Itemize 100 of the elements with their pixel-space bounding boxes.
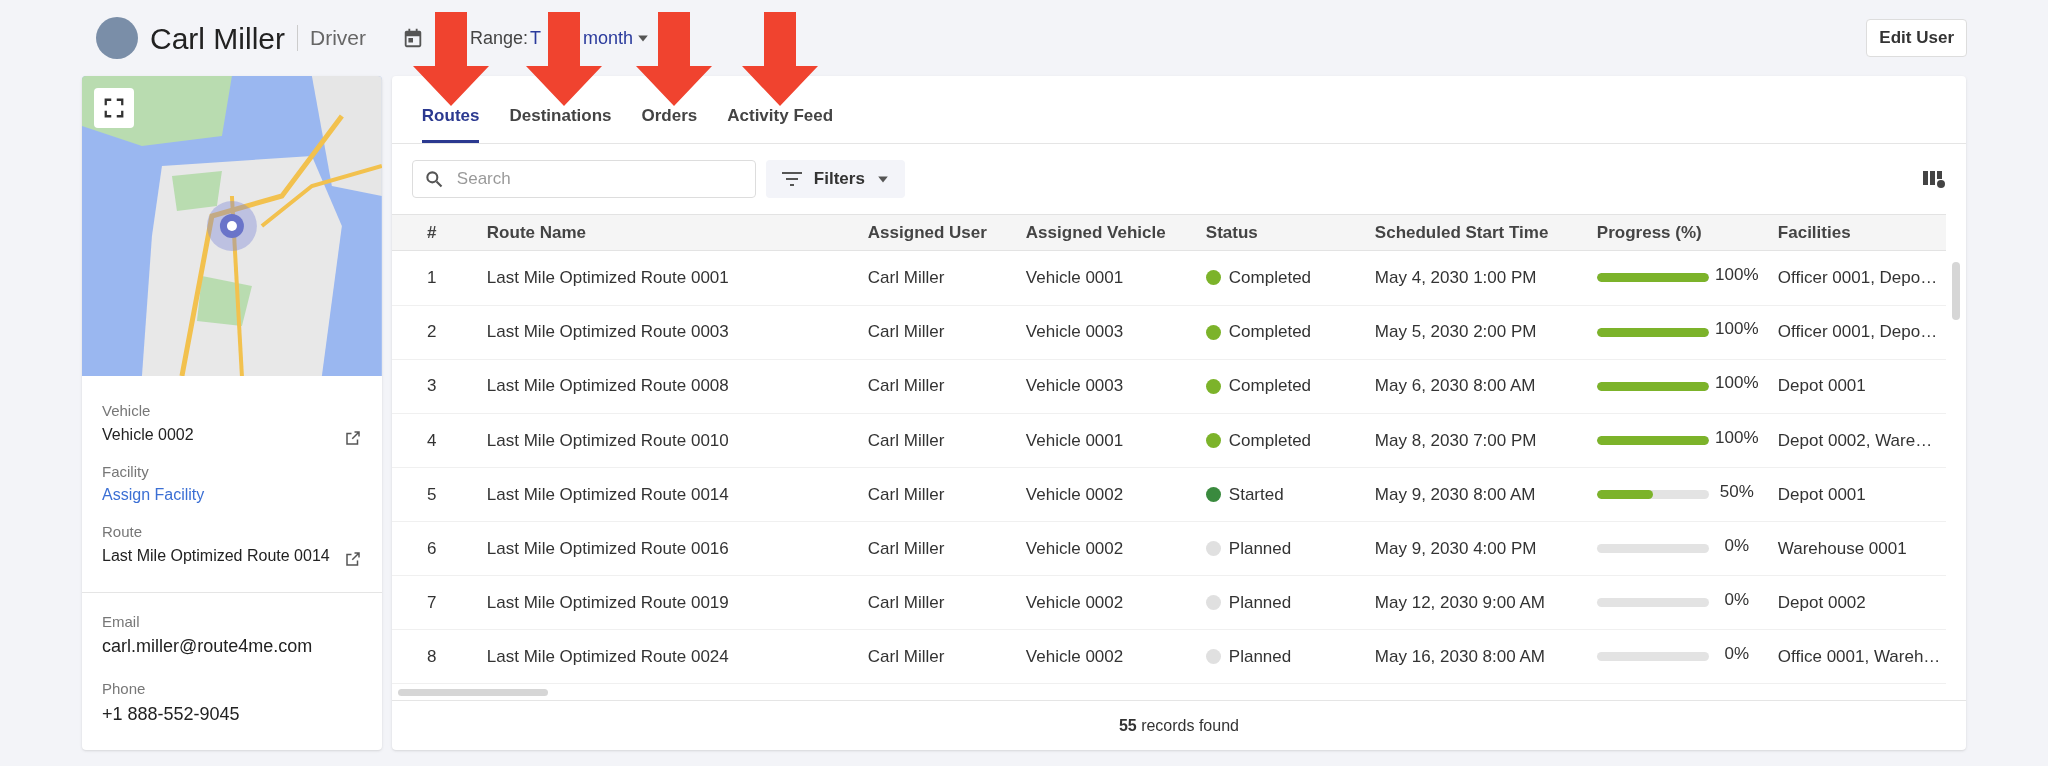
fullscreen-icon [103, 97, 125, 119]
column-header: Assigned Vehicle [1024, 221, 1167, 244]
column-header: Route Name [485, 221, 588, 244]
column-header: Scheduled Start Time [1373, 221, 1550, 244]
table-cell-text: Officer 0001, Depo… [1776, 267, 1939, 290]
table-cell-text: Last Mile Optimized Route 0001 [485, 267, 730, 290]
date-range-value[interactable]: T [530, 24, 542, 52]
avatar [96, 17, 138, 59]
records-count: 55 records found [1118, 715, 1239, 736]
tab[interactable]: Orders [641, 102, 698, 143]
status-label: Started [1228, 483, 1284, 506]
field-value: Last Mile Optimized Route 0014 [102, 545, 330, 566]
table-cell-text: Vehicle 0001 [1024, 267, 1125, 290]
status-label: Planned [1228, 591, 1292, 614]
table-cell-text: 5 [426, 483, 438, 506]
search-icon [423, 169, 444, 189]
edit-user-button[interactable]: Edit User [1866, 19, 1967, 57]
column-header: Facilities [1776, 221, 1852, 244]
table-cell-text: 1 [426, 267, 438, 290]
table-cell-text: May 9, 2030 8:00 AM [1373, 483, 1537, 506]
table-cell-text: Last Mile Optimized Route 0010 [485, 429, 730, 452]
progress-value: 100% [1714, 318, 1759, 341]
date-range-dropdown[interactable]: month [583, 24, 650, 52]
calendar-icon[interactable] [402, 27, 424, 49]
table-cell-text: Carl Miller [866, 375, 946, 398]
table-cell-text: May 4, 2030 1:00 PM [1373, 267, 1538, 290]
column-header: Progress (%) [1595, 221, 1703, 244]
table-cell-text: Carl Miller [866, 483, 946, 506]
arrow-icon [636, 12, 712, 106]
table-cell-text: Office 0001, Wareh… [1776, 645, 1942, 668]
field-label: Vehicle [102, 401, 152, 421]
table-cell-text: Vehicle 0002 [1024, 483, 1125, 506]
table-cell-text: Depot 0001 [1776, 375, 1867, 398]
external-link-icon[interactable] [343, 428, 362, 447]
table-cell-text: Last Mile Optimized Route 0014 [485, 483, 730, 506]
progress-value: 0% [1723, 588, 1751, 611]
table-cell-text: Depot 0001 [1776, 483, 1867, 506]
table-cell-text: May 12, 2030 9:00 AM [1373, 591, 1546, 614]
table-cell-text: Last Mile Optimized Route 0019 [485, 591, 730, 614]
tab[interactable]: Activity Feed [727, 102, 834, 143]
field-label: Facility [102, 461, 150, 482]
table-cell-text: 7 [426, 591, 438, 614]
table-cell-text: 6 [426, 537, 438, 560]
table-cell-text: 2 [426, 321, 438, 344]
progress-value: 100% [1714, 426, 1759, 449]
column-header: # [426, 221, 438, 244]
assign-facility-link[interactable]: Assign Facility [102, 483, 205, 507]
arrow-icon [742, 12, 818, 106]
table-cell-text: Carl Miller [866, 321, 946, 344]
table-cell-text: Carl Miller [866, 591, 946, 614]
progress-value: 100% [1714, 372, 1759, 395]
filter-icon [781, 171, 802, 187]
field-label: Route [102, 522, 144, 542]
user-role: Driver [310, 25, 366, 52]
user-name: Carl Miller [150, 20, 285, 57]
status-label: Planned [1228, 537, 1292, 560]
table-cell-text: 3 [426, 375, 438, 398]
table-cell-text: Vehicle 0003 [1024, 321, 1125, 344]
progress-value: 50% [1718, 480, 1755, 503]
date-range-label: Range: [470, 26, 529, 50]
field-label: Phone [102, 679, 147, 699]
fullscreen-button[interactable] [94, 88, 134, 128]
table-cell-text: Last Mile Optimized Route 0024 [485, 645, 730, 668]
table-cell-text: Carl Miller [866, 429, 946, 452]
progress-value: 0% [1723, 534, 1751, 557]
table-cell-text: Last Mile Optimized Route 0008 [485, 375, 730, 398]
table-cell-text: Warehouse 0001 [1776, 537, 1908, 560]
table-cell-text: Last Mile Optimized Route 0003 [485, 321, 730, 344]
table-cell-text: Carl Miller [866, 537, 946, 560]
table-cell-text: Vehicle 0002 [1024, 645, 1125, 668]
status-label: Completed [1228, 375, 1312, 398]
field-label: Email [102, 611, 141, 632]
horizontal-scrollbar[interactable] [397, 688, 548, 696]
vertical-scrollbar[interactable] [1952, 262, 1960, 320]
status-label: Completed [1228, 429, 1312, 452]
table-cell-text: May 5, 2030 2:00 PM [1373, 321, 1538, 344]
field-value: +1 888-552-9045 [102, 702, 241, 726]
search-field[interactable]: Search [411, 160, 756, 198]
table-cell-text: May 8, 2030 7:00 PM [1373, 429, 1538, 452]
filters-button[interactable]: Filters [765, 160, 905, 198]
table-cell-text: Vehicle 0002 [1024, 537, 1125, 560]
table-cell-text: Vehicle 0002 [1024, 591, 1125, 614]
progress-value: 0% [1723, 642, 1751, 665]
column-header: Status [1204, 221, 1259, 244]
status-label: Planned [1228, 645, 1292, 668]
table-cell-text: Carl Miller [866, 645, 946, 668]
progress-value: 100% [1714, 264, 1759, 287]
table-cell-text: Depot 0002 [1776, 591, 1867, 614]
table-cell-text: Vehicle 0003 [1024, 375, 1125, 398]
table-cell-text: May 9, 2030 4:00 PM [1373, 537, 1538, 560]
column-settings-icon[interactable] [1922, 168, 1946, 190]
tab[interactable]: Destinations [509, 102, 612, 143]
table-cell-text: Officer 0001, Depo… [1776, 321, 1939, 344]
status-label: Completed [1228, 267, 1312, 290]
table-cell-text: May 6, 2030 8:00 AM [1373, 375, 1537, 398]
field-value: Vehicle 0002 [102, 424, 194, 445]
table-cell-text: Last Mile Optimized Route 0016 [485, 537, 730, 560]
column-header: Assigned User [866, 221, 988, 244]
external-link-icon[interactable] [343, 549, 362, 568]
table-cell-text: Carl Miller [866, 267, 946, 290]
